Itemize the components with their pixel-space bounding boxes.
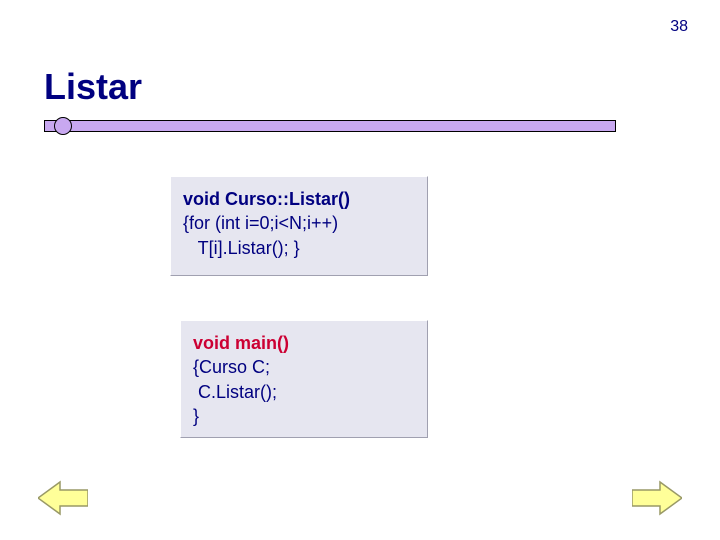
code-line: void Curso::Listar() [183, 187, 415, 211]
underline-bar [44, 120, 616, 132]
code-line: {Curso C; [193, 355, 415, 379]
arrow-left-icon [38, 480, 88, 516]
code-block-main: void main() {Curso C; C.Listar(); } [180, 320, 428, 438]
next-slide-button[interactable] [632, 480, 682, 516]
code-line: T[i].Listar(); } [183, 236, 415, 260]
code-block-listar: void Curso::Listar() {for (int i=0;i<N;i… [170, 176, 428, 276]
code-line: } [193, 404, 415, 428]
page-number: 38 [670, 18, 688, 36]
code-line: void main() [193, 331, 415, 355]
code-line: {for (int i=0;i<N;i++) [183, 211, 415, 235]
page-title: Listar [44, 66, 142, 108]
arrow-right-icon [632, 480, 682, 516]
underline-dot [54, 117, 72, 135]
title-underline [44, 118, 616, 136]
code-line: C.Listar(); [193, 380, 415, 404]
prev-slide-button[interactable] [38, 480, 88, 516]
